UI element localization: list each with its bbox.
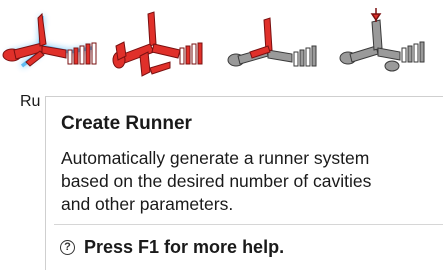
runner-glow-icon [2, 12, 97, 68]
runner-red-gray-button[interactable] [226, 6, 326, 82]
create-runner-button[interactable] [0, 6, 100, 82]
runner-multi-cavity-button[interactable] [110, 6, 210, 82]
ribbon-toolbar [0, 0, 443, 84]
runner-red-gray-icon [227, 17, 317, 67]
tooltip-help-text: Press F1 for more help. [84, 236, 285, 257]
runner-gray-pin-icon [339, 8, 425, 72]
tooltip-body-line: based on the desired number of cavities [61, 171, 372, 191]
tooltip-help-row: ? Press F1 for more help. [60, 236, 284, 258]
runner-gray-pin-button[interactable] [336, 6, 436, 82]
tooltip-create-runner: Create Runner Automatically generate a r… [45, 96, 443, 270]
tooltip-title: Create Runner [61, 113, 192, 134]
tooltip-body-line: Automatically generate a runner system [61, 148, 370, 168]
runner-multi-cavity-icon [112, 11, 203, 77]
tooltip-body-line: and other parameters. [61, 194, 234, 214]
ribbon-label-truncated: Ru [20, 93, 41, 110]
question-circle-icon: ? [60, 239, 75, 255]
tooltip-description: Automatically generate a runner system b… [61, 147, 431, 216]
screen: Ru Create Runner Automatically generate … [0, 0, 443, 270]
tooltip-divider [54, 224, 443, 225]
